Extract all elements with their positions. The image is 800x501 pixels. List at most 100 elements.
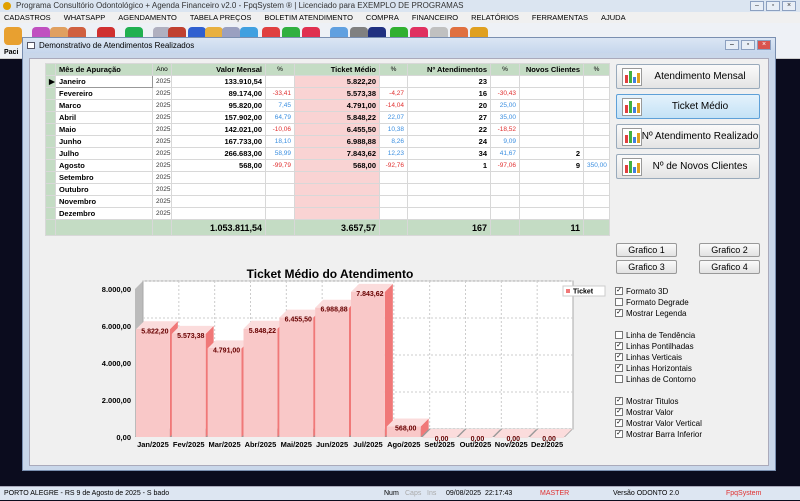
cell-m-s-de-apura-o: Novembro [55, 195, 153, 208]
cell-ano: 2025 [152, 111, 172, 124]
option-label: Mostrar Valor Vertical [626, 419, 702, 428]
menu-financeiro[interactable]: FINANCEIRO [412, 12, 458, 23]
bar-chart-icon [622, 68, 642, 86]
button-atendimento-mensal[interactable]: Atendimento Mensal [616, 64, 760, 89]
option-formato-3d[interactable]: ✓ Formato 3D [615, 287, 668, 296]
checkbox[interactable]: ✓ [615, 287, 623, 295]
option-mostrar-titulos[interactable]: ✓ Mostrar Titulos [615, 397, 678, 406]
checkbox[interactable]: ✓ [615, 364, 623, 372]
cell-novos-clientes [519, 75, 584, 88]
menu-ferramentas[interactable]: FERRAMENTAS [532, 12, 588, 23]
x-tick-label: Out/2025 [460, 440, 492, 449]
table-row[interactable]: Junho 2025 167.733,00 18,10 6.988,88 8,26 24 9,… [45, 135, 610, 148]
bar[interactable] [315, 307, 349, 437]
checkbox[interactable] [615, 298, 623, 306]
bar[interactable] [171, 333, 206, 437]
table-row[interactable]: Abril 2025 157.902,00 64,79 5.848,22 22,07 27 3… [45, 111, 610, 124]
cell--: 35,00 [490, 111, 520, 124]
column-header[interactable]: Nº Atendimentos [407, 63, 491, 76]
checkbox[interactable]: ✓ [615, 342, 623, 350]
close-button[interactable]: × [782, 1, 796, 11]
bar[interactable] [136, 329, 170, 437]
column-header[interactable]: Ano [152, 63, 172, 76]
grafico-1-button[interactable]: Grafico 1 [616, 243, 677, 257]
menu-relatórios[interactable]: RELATÓRIOS [471, 12, 519, 23]
table-row[interactable]: Outubro 2025 [45, 183, 610, 196]
cell-- [583, 147, 610, 160]
bar[interactable] [207, 348, 242, 437]
total-empty [379, 219, 408, 236]
menu-ajuda[interactable]: AJUDA [601, 12, 626, 23]
column-header[interactable]: Mês de Apuração [55, 63, 153, 76]
grafico-2-button[interactable]: Grafico 2 [699, 243, 760, 257]
bar[interactable] [243, 328, 278, 437]
option-mostrar-legenda[interactable]: ✓ Mostrar Legenda [615, 309, 686, 318]
menu-agendamento[interactable]: AGENDAMENTO [118, 12, 177, 23]
checkbox[interactable]: ✓ [615, 430, 623, 438]
bar[interactable] [351, 291, 385, 437]
table-row[interactable]: Julho 2025 266.683,00 58,99 7.843,62 12,23 34 4… [45, 147, 610, 160]
grafico-4-button[interactable]: Grafico 4 [699, 260, 760, 274]
checkbox[interactable]: ✓ [615, 397, 623, 405]
table-row[interactable]: Marco 2025 95.820,00 7,45 4.791,00 -14,04 20 25… [45, 99, 610, 112]
table-row[interactable]: Fevereiro 2025 89.174,00 -33,41 5.573,38 -4,2… [45, 87, 610, 100]
button-novos-clientes[interactable]: Nº de Novos Clientes [616, 154, 760, 179]
checkbox[interactable]: ✓ [615, 353, 623, 361]
dialog-minimize-button[interactable]: – [725, 40, 739, 50]
cell-- [583, 195, 610, 208]
cell-novos-clientes [519, 135, 584, 148]
button-ticket-medio[interactable]: Ticket Médio [616, 94, 760, 119]
table-row[interactable]: ▶ Janeiro 2025 133.910,54 5.822,20 23 [45, 75, 610, 88]
checkbox[interactable]: ✓ [615, 408, 623, 416]
option-linhas-pontilhadas[interactable]: ✓ Linhas Pontilhadas [615, 342, 694, 351]
x-tick-label: Nov/2025 [495, 440, 528, 449]
cell-- [583, 183, 610, 196]
dialog-maximize-button[interactable]: ▫ [741, 40, 755, 50]
checkbox[interactable]: ✓ [615, 419, 623, 427]
ticket-chart: Ticket Médio do Atendimento 0,00 2.000,00 4… [102, 267, 606, 449]
column-header[interactable]: % [490, 63, 520, 76]
minimize-button[interactable]: – [750, 1, 764, 11]
table-row[interactable]: Novembro 2025 [45, 195, 610, 208]
menu-tabela-preços[interactable]: TABELA PREÇOS [190, 12, 252, 23]
option-linhas-verticais[interactable]: ✓ Linhas Verticais [615, 353, 682, 362]
option-mostrar-barra-inferior[interactable]: ✓ Mostrar Barra Inferior [615, 430, 702, 439]
option-label: Linhas Verticais [626, 353, 683, 362]
grafico-3-button[interactable]: Grafico 3 [616, 260, 677, 274]
table-row[interactable]: Maio 2025 142.021,00 -10,06 6.455,50 10,38 22-… [45, 123, 610, 136]
column-header[interactable]: Valor Mensal [171, 63, 266, 76]
button-atendimento-realizado[interactable]: Nº Atendimento Realizado [616, 124, 760, 149]
bar[interactable] [279, 317, 314, 437]
table-row[interactable]: Dezembro 2025 [45, 207, 610, 220]
cell-novos-clientes [519, 207, 584, 220]
checkbox[interactable] [615, 375, 623, 383]
menu-cadastros[interactable]: CADASTROS [4, 12, 51, 23]
row-indicator [45, 99, 56, 112]
dialog-close-button[interactable]: × [757, 40, 771, 50]
cell-- [265, 207, 295, 220]
option-linhas-horizontais[interactable]: ✓ Linhas Horizontais [615, 364, 692, 373]
bar-chart-icon [622, 158, 642, 176]
column-header[interactable]: Ticket Médio [294, 63, 380, 76]
option-linhas-de-contorno[interactable]: Linhas de Contorno [615, 375, 696, 384]
column-header[interactable]: % [379, 63, 408, 76]
menu-whatsapp[interactable]: WHATSAPP [64, 12, 106, 23]
data-grid[interactable]: Mês de Apuração Ano Valor Mensal% Ticket Mé… [45, 63, 610, 236]
table-row[interactable]: Agosto 2025 568,00 -99,79 568,00 -92,76 1 -97,0… [45, 159, 610, 172]
column-header[interactable]: % [583, 63, 610, 76]
cell-- [379, 207, 408, 220]
menu-compra[interactable]: COMPRA [366, 12, 399, 23]
maximize-button[interactable]: ▫ [766, 1, 780, 11]
toolbar-button-icon[interactable] [4, 27, 22, 45]
menu-boletim-atendimento[interactable]: BOLETIM ATENDIMENTO [264, 12, 352, 23]
column-header[interactable]: Novos Clientes [519, 63, 584, 76]
table-row[interactable]: Setembro 2025 [45, 171, 610, 184]
checkbox[interactable]: ✓ [615, 309, 623, 317]
button-label: Nº de Novos Clientes [652, 161, 748, 172]
column-header[interactable]: % [265, 63, 295, 76]
option-formato-degrade[interactable]: Formato Degrade [615, 298, 689, 307]
option-mostrar-valor-vertical[interactable]: ✓ Mostrar Valor Vertical [615, 419, 702, 428]
option-mostrar-valor[interactable]: ✓ Mostrar Valor [615, 408, 673, 417]
checkbox[interactable] [615, 331, 623, 339]
option-linha-de-tende-ncia[interactable]: Linha de Tendência [615, 331, 695, 340]
